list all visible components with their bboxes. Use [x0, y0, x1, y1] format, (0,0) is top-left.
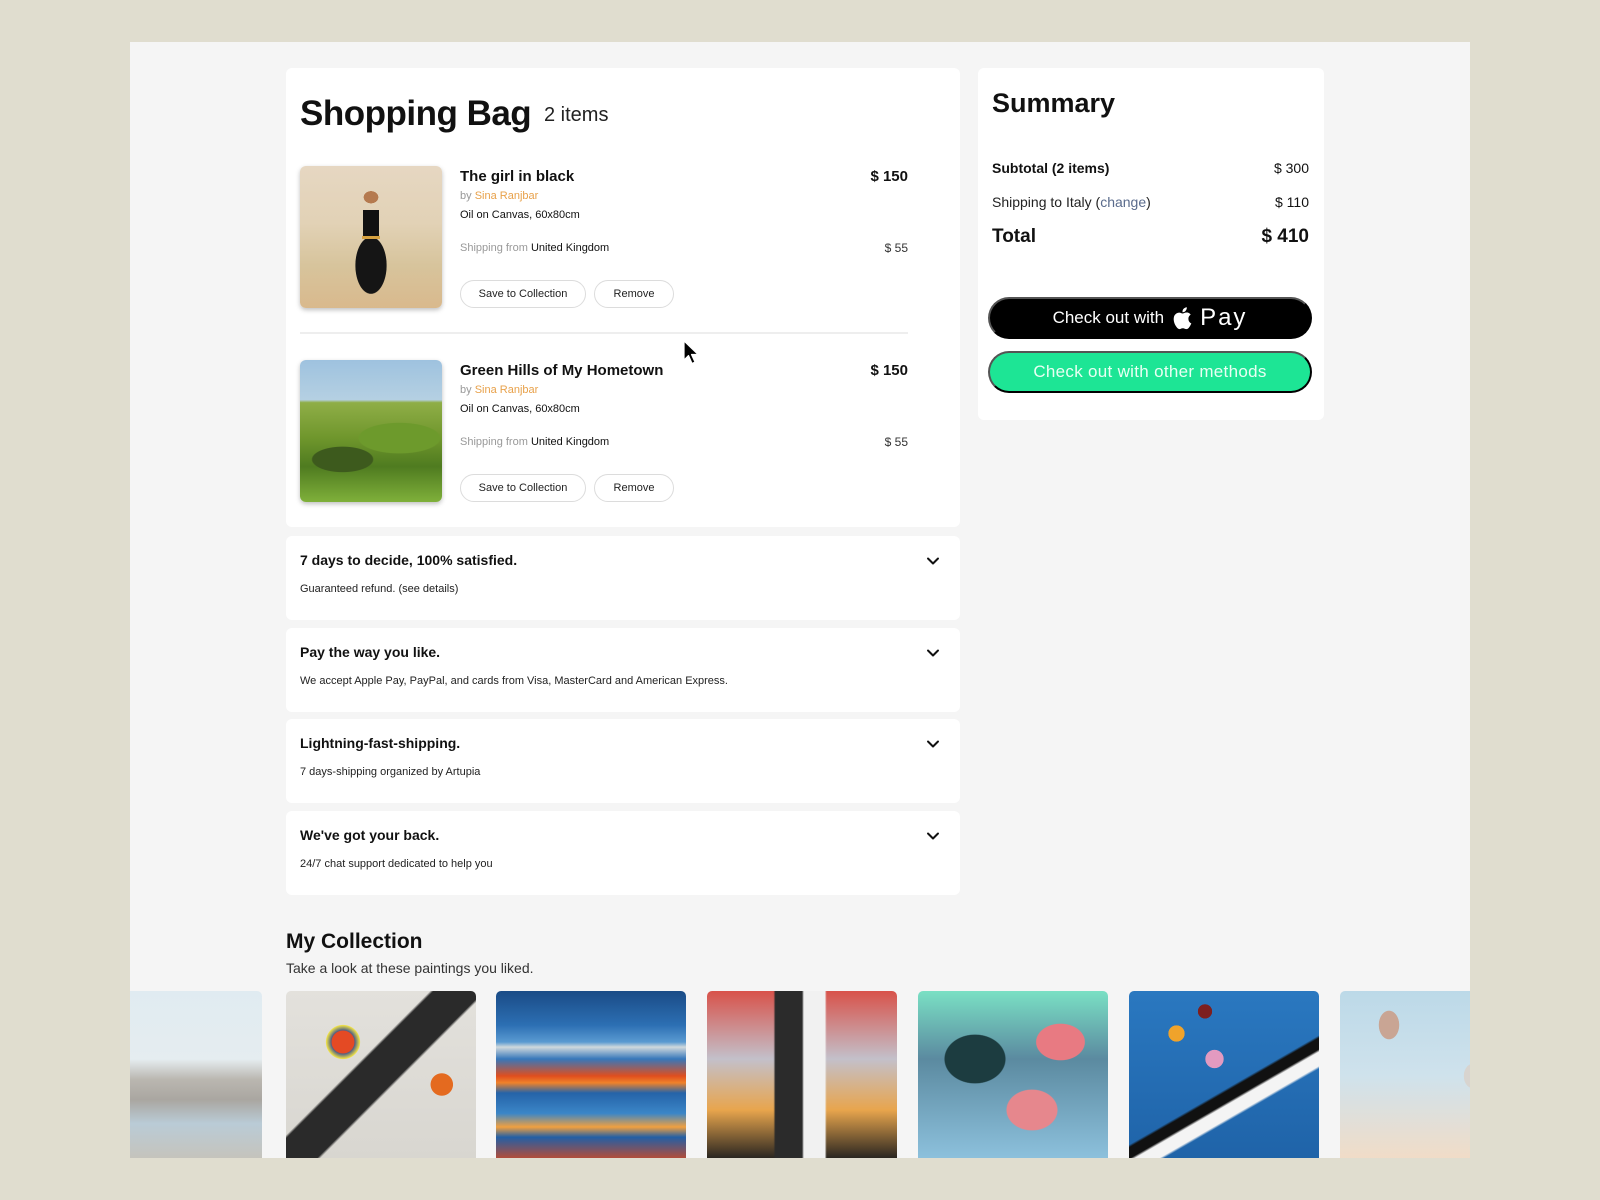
accordion-title: We've got your back. [300, 827, 440, 843]
applepay-word: Pay [1200, 304, 1248, 331]
applepay-prefix: Check out with [1052, 308, 1165, 327]
item-artist: by Sina Ranjbar [460, 190, 538, 202]
shipping-label: Shipping to Italy (change) [992, 194, 1151, 210]
subtotal-label: Subtotal (2 items) [992, 160, 1110, 176]
total-label: Total [992, 226, 1036, 247]
collection-painting-striped-sunset[interactable] [496, 991, 686, 1158]
artwork-thumbnail[interactable] [300, 166, 442, 308]
chevron-down-icon[interactable] [926, 554, 940, 568]
mouse-cursor-icon [683, 340, 699, 365]
info-accordion-support[interactable]: We've got your back. 24/7 chat support d… [286, 811, 960, 895]
accordion-description: 24/7 chat support dedicated to help you [300, 858, 493, 870]
chevron-down-icon[interactable] [926, 646, 940, 660]
shipping-row: Shipping to Italy (change) $ 110 [992, 194, 1309, 210]
item-shipping-price: $ 55 [884, 241, 908, 255]
item-divider [300, 332, 908, 334]
shopping-bag-card: Shopping Bag 2 items The girl in black b… [286, 68, 960, 527]
accordion-title: Lightning-fast-shipping. [300, 735, 461, 751]
shipping-country: United Kingdom [530, 436, 610, 448]
accordion-title: 7 days to decide, 100% satisfied. [300, 552, 518, 568]
item-medium: Oil on Canvas, 60x80cm [460, 403, 580, 415]
item-count: 2 items [544, 104, 609, 126]
item-shipping-price: $ 55 [884, 435, 908, 449]
subtotal-row: Subtotal (2 items) $ 300 [992, 160, 1309, 176]
collection-title: My Collection [286, 930, 423, 953]
accordion-description: 7 days-shipping organized by Artupia [300, 766, 481, 778]
shipping-prefix: Shipping from [460, 436, 528, 448]
item-shipping: Shipping from United Kingdom [460, 436, 609, 448]
by-label: by [460, 384, 472, 396]
save-to-collection-button[interactable]: Save to Collection [460, 280, 586, 308]
total-value: $ 410 [1261, 226, 1309, 247]
cart-item: Green Hills of My Hometown by Sina Ranjb… [300, 360, 908, 505]
collection-subtitle: Take a look at these paintings you liked… [286, 960, 534, 976]
save-to-collection-button[interactable]: Save to Collection [460, 474, 586, 502]
accordion-description: Guaranteed refund. (see details) [300, 583, 459, 595]
remove-button[interactable]: Remove [594, 474, 674, 502]
artwork-thumbnail[interactable] [300, 360, 442, 502]
collection-painting-abstract-figures[interactable] [286, 991, 476, 1158]
by-label: by [460, 190, 472, 202]
summary-title: Summary [992, 88, 1116, 118]
apple-pay-checkout-button[interactable]: Check out with Pay [988, 297, 1312, 339]
collection-painting-seaside[interactable] [130, 991, 262, 1158]
item-price: $ 150 [870, 362, 908, 379]
total-row: Total $ 410 [992, 226, 1309, 248]
shipping-value: $ 110 [1275, 194, 1309, 210]
change-shipping-link[interactable]: change [1100, 194, 1146, 210]
chevron-down-icon[interactable] [926, 737, 940, 751]
order-summary-card: Summary Subtotal (2 items) $ 300 Shippin… [978, 68, 1324, 420]
shipping-country: United Kingdom [530, 242, 610, 254]
shipping-prefix: Shipping from [460, 242, 528, 254]
chevron-down-icon[interactable] [926, 829, 940, 843]
item-title[interactable]: Green Hills of My Hometown [460, 362, 663, 379]
accordion-title: Pay the way you like. [300, 644, 441, 660]
subtotal-value: $ 300 [1273, 160, 1309, 176]
shipping-destination: Shipping to Italy [992, 194, 1092, 210]
item-medium: Oil on Canvas, 60x80cm [460, 209, 580, 221]
collection-painting-fashion-figures[interactable] [707, 991, 897, 1158]
item-price: $ 150 [870, 168, 908, 185]
checkout-page: Shopping Bag 2 items The girl in black b… [130, 42, 1470, 1158]
info-accordion-payment[interactable]: Pay the way you like. We accept Apple Pa… [286, 628, 960, 712]
collection-painting-bicycle-flowers[interactable] [1129, 991, 1319, 1158]
info-accordion-refund[interactable]: 7 days to decide, 100% satisfied. Guaran… [286, 536, 960, 620]
item-title[interactable]: The girl in black [460, 168, 574, 185]
info-accordion-shipping[interactable]: Lightning-fast-shipping. 7 days-shipping… [286, 719, 960, 803]
accordion-description: We accept Apple Pay, PayPal, and cards f… [300, 675, 728, 687]
artist-link[interactable]: Sina Ranjbar [475, 384, 539, 396]
cart-item: The girl in black by Sina Ranjbar Oil on… [300, 166, 908, 311]
item-artist: by Sina Ranjbar [460, 384, 538, 396]
artist-link[interactable]: Sina Ranjbar [475, 190, 539, 202]
other-methods-checkout-button[interactable]: Check out with other methods [988, 351, 1312, 393]
page-title: Shopping Bag [300, 94, 532, 133]
item-shipping: Shipping from United Kingdom [460, 242, 609, 254]
collection-painting-abstract-clouds[interactable] [918, 991, 1108, 1158]
collection-painting-hot-air-balloons[interactable] [1340, 991, 1470, 1158]
remove-button[interactable]: Remove [594, 280, 674, 308]
apple-logo-icon [1173, 307, 1192, 330]
